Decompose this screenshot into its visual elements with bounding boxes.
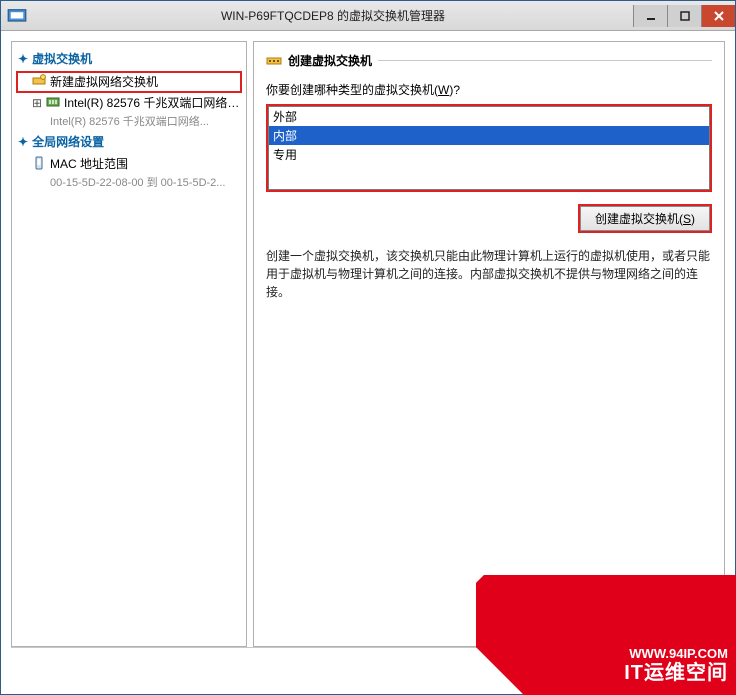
switch-icon [266, 53, 282, 69]
dialog-button-bar: 确定(O) 取消 [1, 648, 735, 694]
option-private[interactable]: 专用 [269, 145, 709, 164]
maximize-button[interactable] [667, 5, 701, 27]
tree-new-virtual-switch[interactable]: 新建虚拟网络交换机 [16, 71, 242, 93]
option-internal[interactable]: 内部 [269, 126, 709, 145]
section-virtual-switch[interactable]: ✦ 虚拟交换机 [16, 46, 242, 71]
tree-nic-subtext: Intel(R) 82576 千兆双端口网络... [16, 113, 242, 129]
minimize-button[interactable] [633, 5, 667, 27]
divider [378, 60, 712, 61]
cancel-button[interactable]: 取消 [643, 659, 721, 684]
create-virtual-switch-button[interactable]: 创建虚拟交换机(S) [580, 206, 710, 231]
create-action-row: 创建虚拟交换机(S) [266, 204, 712, 233]
switch-type-listbox[interactable]: 外部 内部 专用 [268, 106, 710, 190]
close-button[interactable] [701, 5, 735, 27]
window-controls [633, 5, 735, 27]
mac-icon [32, 156, 46, 170]
titlebar: WIN-P69FTQCDEP8 的虚拟交换机管理器 [1, 1, 735, 31]
expand-icon[interactable]: ⊞ [32, 95, 42, 111]
type-description: 创建一个虚拟交换机，该交换机只能由此物理计算机上运行的虚拟机使用，或者只能用于虚… [266, 247, 712, 301]
create-button-highlight: 创建虚拟交换机(S) [578, 204, 712, 233]
tree-item-label: MAC 地址范围 [50, 156, 128, 172]
collapse-icon: ✦ [18, 135, 28, 149]
ok-button[interactable]: 确定(O) [555, 659, 633, 684]
section-label: 虚拟交换机 [32, 50, 92, 67]
type-listbox-highlight: 外部 内部 专用 [266, 104, 712, 192]
tree-nic-item[interactable]: ⊞ Intel(R) 82576 千兆双端口网络连... [16, 93, 242, 113]
nic-icon [46, 95, 60, 109]
section-global-settings[interactable]: ✦ 全局网络设置 [16, 129, 242, 154]
type-prompt: 你要创建哪种类型的虚拟交换机(W)? [266, 81, 712, 98]
tree-item-label: 新建虚拟网络交换机 [50, 74, 158, 90]
client-area: ✦ 虚拟交换机 新建虚拟网络交换机 ⊞ Intel(R) 82576 千兆双端口… [1, 31, 735, 647]
right-content-panel: 创建虚拟交换机 你要创建哪种类型的虚拟交换机(W)? 外部 内部 专用 创建虚拟… [253, 41, 725, 647]
option-external[interactable]: 外部 [269, 107, 709, 126]
new-switch-icon [32, 74, 46, 88]
section-label: 全局网络设置 [32, 133, 104, 150]
app-icon [7, 6, 27, 26]
window-title: WIN-P69FTQCDEP8 的虚拟交换机管理器 [33, 7, 633, 24]
tree-mac-range[interactable]: MAC 地址范围 [16, 154, 242, 174]
tree-mac-subtext: 00-15-5D-22-08-00 到 00-15-5D-2... [16, 174, 242, 190]
left-tree-panel: ✦ 虚拟交换机 新建虚拟网络交换机 ⊞ Intel(R) 82576 千兆双端口… [11, 41, 247, 647]
collapse-icon: ✦ [18, 52, 28, 66]
tree-item-label: Intel(R) 82576 千兆双端口网络连... [64, 95, 240, 111]
group-title-text: 创建虚拟交换机 [288, 52, 372, 69]
group-header: 创建虚拟交换机 [266, 52, 712, 69]
window: WIN-P69FTQCDEP8 的虚拟交换机管理器 ✦ 虚拟交换机 新建虚拟网络… [0, 0, 736, 695]
